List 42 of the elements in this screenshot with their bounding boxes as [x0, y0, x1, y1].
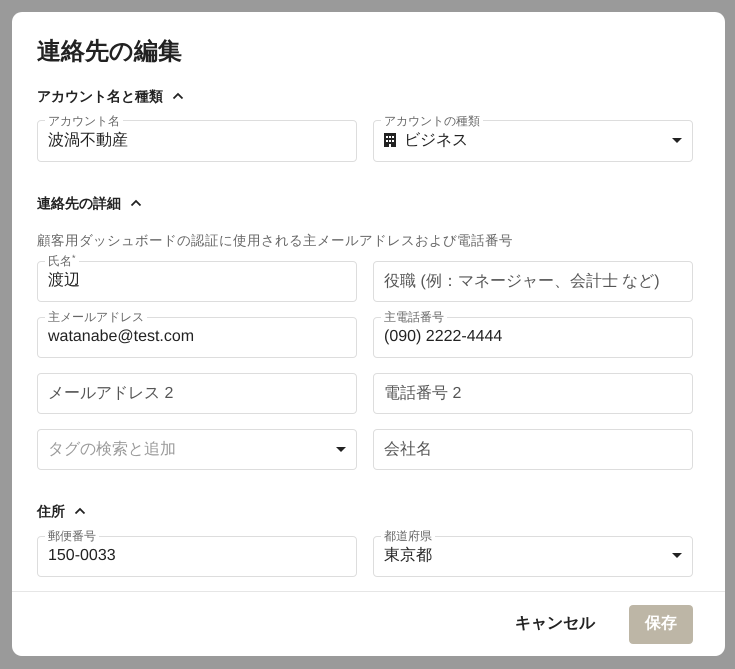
text-field[interactable]: 電話番号 2 [373, 373, 693, 414]
field-value: watanabe@test.com [48, 327, 194, 346]
field-value: (090) 2222-4444 [384, 327, 502, 346]
field-placeholder: 会社名 [384, 440, 432, 460]
text-field[interactable]: 郵便番号 150-0033 [37, 530, 357, 578]
field-value: 東京都 [384, 546, 432, 566]
chevron-up-icon[interactable] [130, 198, 142, 207]
text-field[interactable]: 会社名 [373, 429, 693, 470]
dropdown-caret-icon[interactable] [672, 553, 682, 558]
select-field[interactable]: 都道府県 東京都 [373, 530, 693, 578]
field-label: アカウントの種類 [383, 114, 481, 127]
field-placeholder: 電話番号 2 [384, 384, 462, 404]
text-field[interactable]: 氏名$^{*}$ 渡辺 [37, 255, 357, 302]
field-label: 都道府県 [383, 530, 433, 542]
dropdown-caret-icon[interactable] [336, 447, 346, 452]
text-field[interactable]: メールアドレス 2 [37, 373, 357, 414]
field-label: アカウント名 [47, 114, 121, 127]
text-field[interactable]: 主電話番号 (090) 2222-4444 [373, 311, 693, 358]
chevron-up-icon[interactable] [172, 92, 184, 100]
section-title: 連絡先の詳細 [37, 196, 121, 210]
dialog-title: 連絡先の編集 [37, 38, 183, 67]
field-placeholder: メールアドレス 2 [48, 384, 174, 404]
field-label: 氏名$^{*}$ [47, 255, 77, 268]
chevron-up-icon[interactable] [74, 507, 86, 516]
section-title: アカウント名と種類 [37, 88, 163, 103]
field-value: 波渦不動産 [48, 130, 128, 150]
section-title: 住所 [37, 504, 65, 518]
field-value: ビジネス [404, 130, 468, 150]
select-field[interactable]: アカウントの種類 ビジネス [373, 114, 693, 162]
field-label: 郵便番号 [47, 530, 97, 542]
field-placeholder: タグの検索と追加 [48, 440, 176, 460]
section-description: 顧客用ダッシュボードの認証に使用される主メールアドレスおよび電話番号 [37, 234, 514, 248]
text-field[interactable]: 主メールアドレス watanabe@test.com [37, 311, 357, 358]
field-label: 主メールアドレス [47, 311, 145, 324]
cancel-button[interactable]: キャンセル [515, 604, 595, 644]
field-label: 主電話番号 [383, 311, 445, 324]
text-field[interactable]: アカウント名 波渦不動産 [37, 114, 357, 162]
field-value: 渡辺 [48, 271, 80, 290]
dropdown-caret-icon[interactable] [672, 138, 682, 143]
text-field[interactable]: 役職 (例：マネージャー、会計士 など) [373, 261, 693, 302]
field-value: 150-0033 [48, 546, 116, 566]
field-placeholder: 役職 (例：マネージャー、会計士 など) [384, 272, 660, 292]
